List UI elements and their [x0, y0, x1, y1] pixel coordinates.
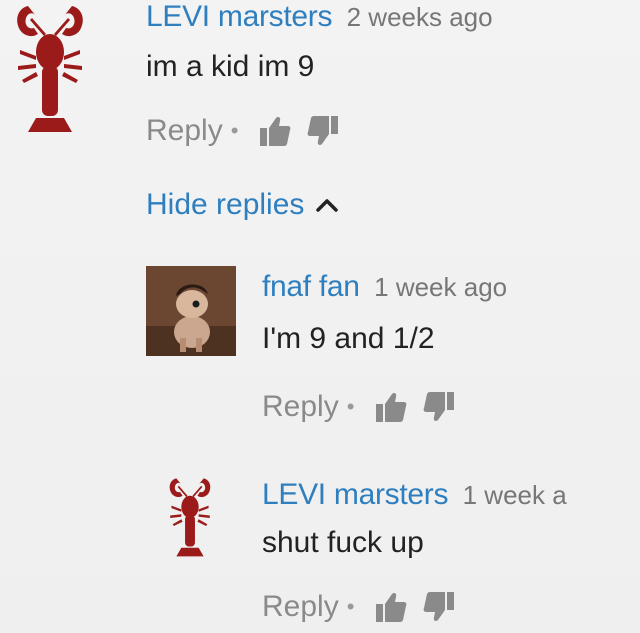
lobster-icon: [17, 6, 83, 132]
lobster-avatar[interactable]: [8, 0, 92, 145]
thumbs-up-icon[interactable]: [374, 590, 408, 624]
hide-replies-label: Hide replies: [146, 188, 305, 221]
comment-timestamp[interactable]: 2 weeks ago: [347, 2, 493, 32]
separator: •: [346, 594, 355, 619]
reply-actions: Reply •: [262, 590, 567, 624]
separator: •: [230, 118, 239, 143]
comment-header: LEVI marsters 2 weeks ago: [146, 0, 493, 34]
reply: LEVI marsters 1 week a shut fuck up Repl…: [262, 478, 567, 624]
reply-header: fnaf fan 1 week ago: [262, 270, 507, 304]
comments-thread: LEVI marsters 2 weeks ago im a kid im 9 …: [0, 0, 640, 633]
thumbs-down-icon[interactable]: [306, 114, 340, 148]
reply-actions: Reply •: [262, 390, 507, 424]
separator: •: [346, 394, 355, 419]
comment: LEVI marsters 2 weeks ago im a kid im 9 …: [146, 0, 493, 148]
comment-text: im a kid im 9: [146, 50, 315, 83]
thumbs-down-icon[interactable]: [422, 590, 456, 624]
reply-author[interactable]: fnaf fan: [262, 270, 360, 303]
hide-replies-toggle[interactable]: Hide replies: [146, 188, 339, 222]
thumbs-up-icon[interactable]: [258, 114, 292, 148]
thumbs-down-icon[interactable]: [422, 390, 456, 424]
comment-actions: Reply •: [146, 114, 493, 148]
reply-text: I'm 9 and 1/2: [262, 322, 435, 355]
reply-button[interactable]: Reply: [262, 390, 339, 424]
reply-button[interactable]: Reply: [146, 114, 223, 148]
reply-timestamp[interactable]: 1 week a: [463, 480, 567, 510]
reply-author[interactable]: LEVI marsters: [262, 478, 448, 511]
reply-timestamp[interactable]: 1 week ago: [374, 272, 507, 302]
lobster-icon: [169, 478, 211, 557]
pony-avatar-image: [146, 266, 236, 356]
thumbs-up-icon[interactable]: [374, 390, 408, 424]
chevron-up-icon: [316, 199, 339, 212]
reply: fnaf fan 1 week ago I'm 9 and 1/2 Reply …: [262, 270, 507, 424]
reply-button[interactable]: Reply: [262, 590, 339, 624]
comment-author[interactable]: LEVI marsters: [146, 0, 332, 33]
reply-header: LEVI marsters 1 week a: [262, 478, 567, 512]
pony-avatar[interactable]: [146, 266, 236, 356]
reply-text: shut fuck up: [262, 526, 424, 559]
lobster-avatar[interactable]: [164, 474, 216, 567]
